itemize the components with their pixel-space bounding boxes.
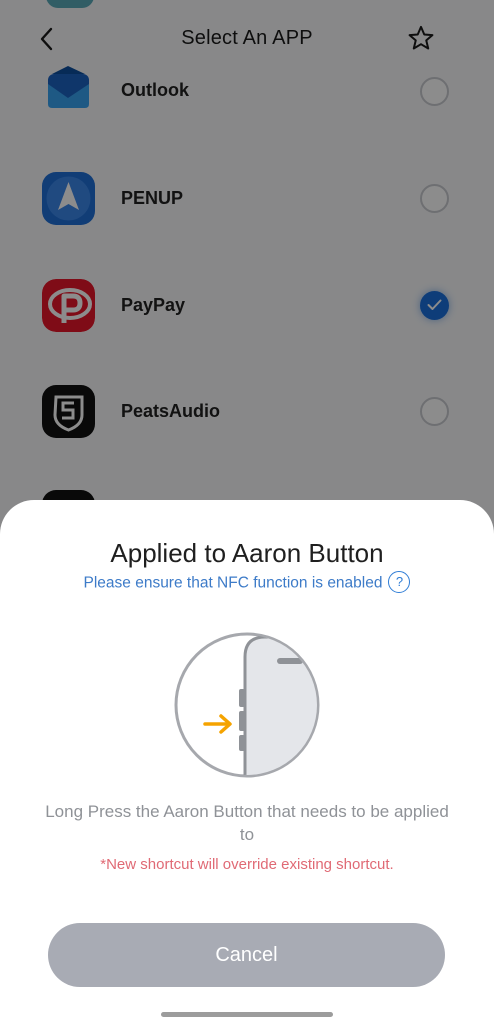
sheet-title: Applied to Aaron Button	[110, 538, 384, 568]
warning-text: *New shortcut will override existing sho…	[100, 856, 394, 873]
cancel-button[interactable]: Cancel	[48, 923, 445, 987]
nfc-notice-text: Please ensure that NFC function is enabl…	[83, 574, 383, 592]
help-icon[interactable]: ?	[388, 571, 411, 593]
nfc-notice: Please ensure that NFC function is enabl…	[0, 571, 494, 593]
bottom-sheet: Applied to Aaron Button Please ensure th…	[0, 500, 494, 1024]
instruction-text: Long Press the Aaron Button that needs t…	[45, 802, 449, 844]
button-press-illustration	[173, 631, 321, 779]
home-indicator	[161, 1012, 333, 1017]
screen: Select An APP Outlook PENUP PayPay Peats…	[0, 0, 494, 1024]
